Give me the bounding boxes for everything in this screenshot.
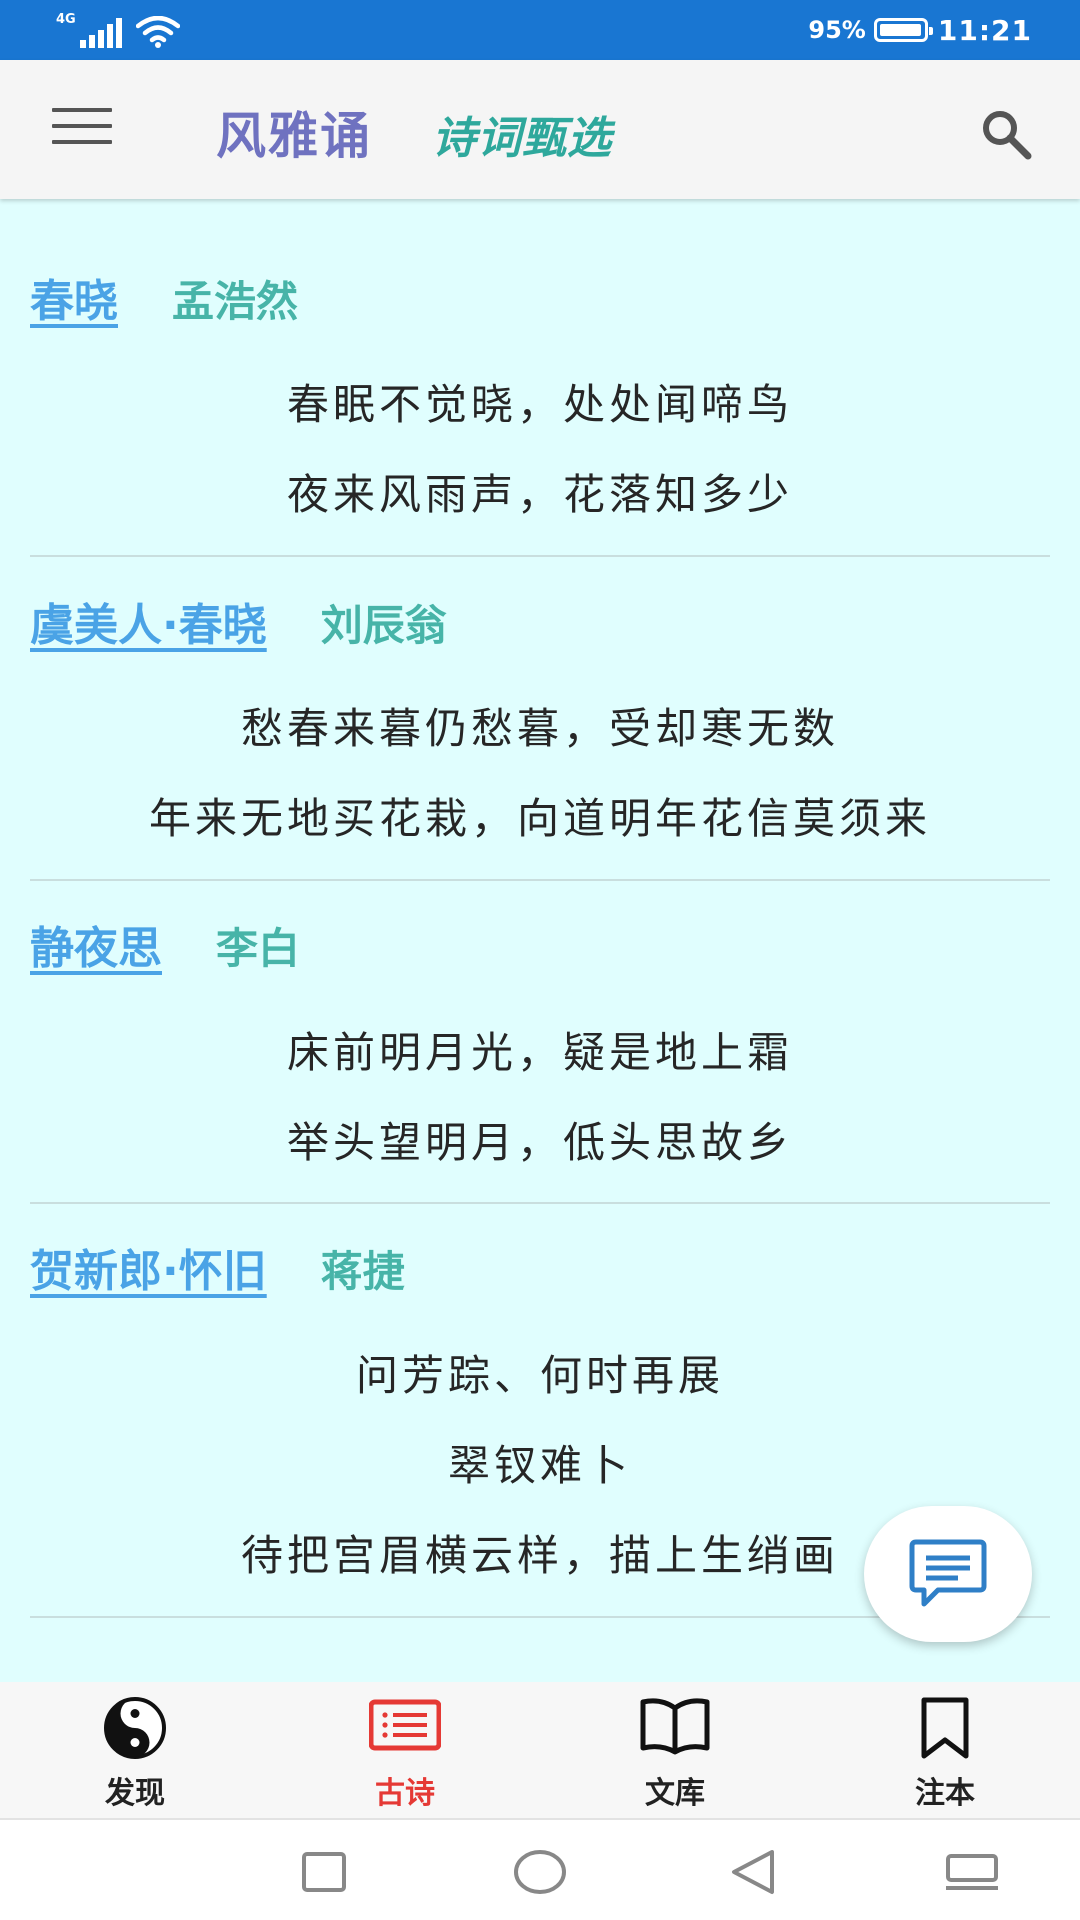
poem-list[interactable]: 春晓 孟浩然 春眠不觉晓，处处闻啼鸟 夜来风雨声，花落知多少 虞美人·春晓 刘辰… [0,199,1080,1682]
poem-title-link[interactable]: 贺新郎·怀旧 [30,1235,267,1299]
system-nav-bar [0,1820,1080,1920]
book-icon [640,1698,710,1755]
poem-line: 愁春来暮仍愁暮，受却寒无数 [240,704,839,753]
battery-icon [873,18,933,42]
battery-percent: 95% [808,16,866,44]
tab-label: 文库 [645,1776,705,1811]
keyboard-icon[interactable] [944,1848,1000,1896]
poem-header: 贺新郎·怀旧 蒋捷 [30,1235,405,1299]
tab-label: 注本 [915,1776,975,1811]
status-right: 95% 11:21 [808,0,1032,60]
tab-label: 古诗 [375,1776,435,1811]
tab-label: 发现 [105,1776,165,1811]
poem-header: 春晓 孟浩然 [30,265,298,329]
poem-author[interactable]: 李白 [216,915,300,976]
recent-apps-icon[interactable] [300,1848,348,1896]
comment-fab-button[interactable] [864,1506,1032,1642]
tab-annotations[interactable]: 注本 [810,1682,1080,1820]
poem-author[interactable]: 孟浩然 [172,268,298,329]
menu-icon[interactable] [52,108,112,152]
poem-line: 举头望明月，低头思故乡 [286,1118,793,1167]
wifi-icon [136,16,180,48]
home-icon[interactable] [512,1848,568,1896]
poem-line: 春眠不觉晓，处处闻啼鸟 [286,380,793,429]
tab-library[interactable]: 文库 [540,1682,810,1820]
app-title: 风雅诵 [216,107,372,165]
tab-discover[interactable]: 发现 [0,1682,270,1820]
bottom-tab-bar: 发现 古诗 文库 注本 [0,1682,1080,1820]
poem-line: 翠钗难卜 [447,1441,632,1490]
app-subtitle: 诗词甄选 [432,113,612,164]
search-icon[interactable] [976,104,1036,164]
poem-header: 静夜思 李白 [30,912,300,976]
poem-line: 床前明月光，疑是地上霜 [286,1028,793,1077]
network-type: 4G [56,12,76,27]
poem-author[interactable]: 蒋捷 [321,1238,405,1299]
poem-line: 夜来风雨声，花落知多少 [286,470,793,519]
divider [30,879,1050,881]
divider [30,1202,1050,1204]
poem-title-link[interactable]: 春晓 [30,265,118,329]
bookmark-icon [921,1697,969,1759]
clock: 11:21 [937,13,1032,47]
poem-header: 虞美人·春晓 刘辰翁 [30,589,447,653]
yin-yang-icon [104,1697,166,1759]
tab-poems[interactable]: 古诗 [270,1682,540,1820]
divider [30,555,1050,557]
back-icon[interactable] [728,1848,780,1896]
poem-line: 年来无地买花栽，向道明年花信莫须来 [148,794,931,843]
status-bar: 4G 95% 11:21 [0,0,1080,60]
comment-icon [909,1539,987,1607]
poem-line: 问芳踪、何时再展 [355,1351,724,1400]
poem-title-link[interactable]: 虞美人·春晓 [30,589,267,653]
list-icon [369,1699,441,1751]
poem-title-link[interactable]: 静夜思 [30,912,162,976]
poem-author[interactable]: 刘辰翁 [321,592,447,653]
app-bar: 风雅诵 诗词甄选 [0,60,1080,199]
signal-icon [80,18,122,48]
